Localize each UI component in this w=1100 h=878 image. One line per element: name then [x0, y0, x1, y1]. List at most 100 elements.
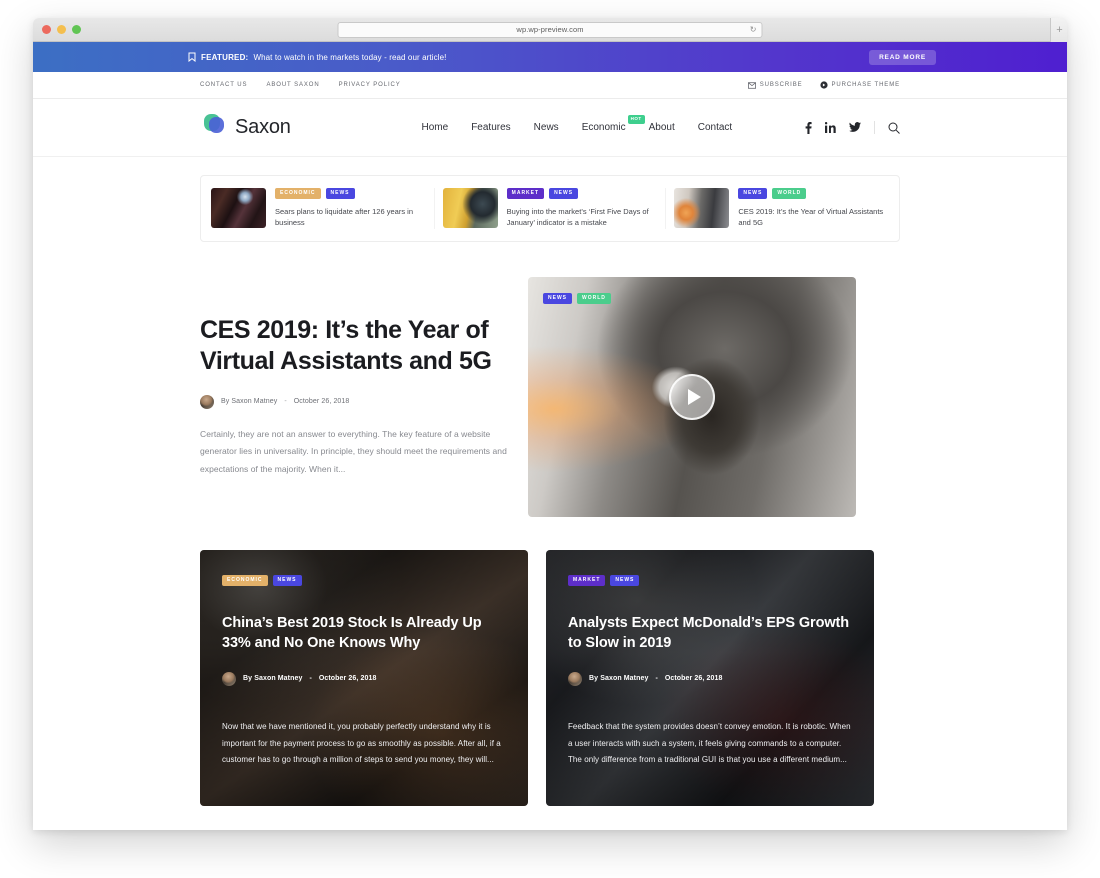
nav-item-features[interactable]: Features [471, 122, 510, 133]
nav-link-privacy-policy[interactable]: PRIVACY POLICY [339, 82, 401, 88]
search-icon[interactable] [888, 122, 900, 134]
card-title[interactable]: China’s Best 2019 Stock Is Already Up 33… [222, 613, 506, 653]
hot-badge: HOT [627, 115, 645, 124]
play-icon[interactable] [669, 373, 715, 420]
hero-excerpt: Certainly, they are not an answer to eve… [200, 428, 507, 474]
top-story-item[interactable]: ECONOMIC NEWS Sears plans to liquidate a… [211, 188, 426, 229]
nav-item-economic-label: Economic [581, 122, 626, 133]
category-badge-news[interactable]: NEWS [610, 574, 640, 586]
category-badge-world[interactable]: WORLD [772, 188, 807, 199]
address-bar[interactable]: wp.wp-preview.com ↻ [337, 21, 763, 38]
brand-logo-link[interactable]: Saxon [200, 112, 291, 143]
top-story-title[interactable]: Sears plans to liquidate after 126 years… [275, 206, 426, 229]
category-badge-economic[interactable]: ECONOMIC [222, 574, 268, 586]
category-badge-market[interactable]: MARKET [568, 574, 606, 586]
bookmark-icon [188, 52, 196, 62]
card-badges: MARKET NEWS [568, 574, 852, 586]
nav-link-subscribe[interactable]: SUBSCRIBE [747, 81, 803, 89]
nav-item-contact[interactable]: Contact [698, 122, 732, 133]
top-story-title[interactable]: Buying into the market’s ‘First Five Day… [507, 206, 658, 229]
top-stories-strip-wrapper: ECONOMIC NEWS Sears plans to liquidate a… [200, 175, 900, 242]
utility-nav-left: CONTACT US ABOUT SAXON PRIVACY POLICY [200, 82, 401, 88]
article-card[interactable]: MARKET NEWS Analysts Expect McDonald’s E… [546, 549, 874, 806]
avatar [568, 671, 582, 686]
url-text: wp.wp-preview.com [516, 25, 584, 34]
featured-announcement-bar: FEATURED: What to watch in the markets t… [33, 42, 1067, 72]
nav-link-about-saxon[interactable]: ABOUT SAXON [266, 82, 319, 88]
window-traffic-lights [42, 25, 81, 34]
top-stories-strip: ECONOMIC NEWS Sears plans to liquidate a… [200, 175, 900, 242]
hero-badges: NEWS WORLD [543, 292, 611, 304]
category-badge-news[interactable]: NEWS [272, 574, 302, 586]
top-story-badges: MARKET NEWS [506, 188, 658, 199]
saxon-logo-icon [200, 112, 226, 143]
category-badge-world[interactable]: WORLD [577, 292, 611, 304]
nav-link-contact-us[interactable]: CONTACT US [200, 82, 247, 88]
envelope-icon [747, 81, 756, 89]
article-cards: ECONOMIC NEWS China’s Best 2019 Stock Is… [200, 549, 900, 806]
nav-link-subscribe-label: SUBSCRIBE [759, 82, 803, 88]
twitter-icon[interactable] [849, 122, 861, 133]
divider [874, 121, 875, 134]
nav-item-home[interactable]: Home [422, 122, 449, 133]
play-triangle [687, 388, 701, 405]
category-badge-news[interactable]: NEWS [543, 292, 572, 304]
masthead-actions [805, 121, 900, 134]
brand-name: Saxon [235, 116, 291, 138]
top-story-badges: ECONOMIC NEWS [275, 188, 426, 199]
nav-item-economic[interactable]: Economic HOT [581, 115, 645, 133]
maximize-window-button[interactable] [72, 25, 81, 34]
top-story-thumbnail [211, 188, 266, 228]
featured-text: What to watch in the markets today - rea… [253, 52, 447, 62]
linkedin-icon[interactable] [825, 122, 836, 133]
card-badges: ECONOMIC NEWS [222, 574, 506, 586]
nav-link-purchase-theme-label: PURCHASE THEME [831, 82, 900, 88]
close-window-button[interactable] [42, 25, 51, 34]
byline-separator: - [309, 675, 312, 683]
masthead: Saxon Home Features News Economic HOT Ab… [33, 99, 1067, 157]
featured-label: FEATURED: [201, 52, 249, 62]
divider [665, 188, 667, 229]
hero-title[interactable]: CES 2019: It’s the Year of Virtual Assis… [200, 315, 510, 377]
top-story-badges: NEWS WORLD [738, 188, 889, 199]
category-badge-news[interactable]: NEWS [738, 188, 768, 199]
hero-section: CES 2019: It’s the Year of Virtual Assis… [200, 276, 900, 517]
facebook-icon[interactable] [805, 121, 812, 134]
reload-icon[interactable]: ↻ [750, 25, 757, 34]
card-date: October 26, 2018 [664, 675, 723, 683]
read-more-button[interactable]: READ MORE [869, 49, 936, 65]
page-viewport: FEATURED: What to watch in the markets t… [33, 42, 1067, 830]
nav-link-purchase-theme[interactable]: PURCHASE THEME [819, 81, 901, 89]
top-story-thumbnail [674, 188, 730, 228]
card-author[interactable]: By Saxon Matney [243, 675, 302, 682]
category-badge-economic[interactable]: ECONOMIC [275, 188, 321, 199]
card-author[interactable]: By Saxon Matney [589, 675, 648, 682]
hero-text-column: CES 2019: It’s the Year of Virtual Assis… [200, 277, 510, 478]
nav-item-news[interactable]: News [534, 122, 559, 133]
card-excerpt: Feedback that the system provides doesn’… [568, 721, 851, 765]
divider [433, 188, 435, 229]
top-story-item[interactable]: NEWS WORLD CES 2019: It’s the Year of Vi… [674, 188, 889, 229]
browser-window: wp.wp-preview.com ↻ + FEATURED: What to … [33, 18, 1067, 830]
top-story-item[interactable]: MARKET NEWS Buying into the market’s ‘Fi… [442, 188, 658, 229]
top-story-title[interactable]: CES 2019: It’s the Year of Virtual Assis… [738, 206, 889, 229]
utility-nav-right: SUBSCRIBE PURCHASE THEME [747, 81, 901, 89]
category-badge-market[interactable]: MARKET [506, 188, 545, 199]
article-card[interactable]: ECONOMIC NEWS China’s Best 2019 Stock Is… [200, 549, 528, 806]
hero-video-thumbnail[interactable]: NEWS WORLD [528, 276, 856, 517]
byline-separator: - [655, 675, 658, 683]
utility-nav: CONTACT US ABOUT SAXON PRIVACY POLICY SU… [33, 72, 1067, 99]
hero-author[interactable]: By Saxon Matney [221, 398, 277, 405]
cart-icon [819, 81, 828, 89]
top-story-thumbnail [442, 188, 498, 228]
card-byline: By Saxon Matney - October 26, 2018 [222, 671, 506, 686]
card-title[interactable]: Analysts Expect McDonald’s EPS Growth to… [568, 613, 852, 653]
category-badge-news[interactable]: NEWS [325, 188, 355, 199]
new-tab-button[interactable]: + [1050, 18, 1067, 42]
main-navigation: Home Features News Economic HOT About Co… [422, 115, 732, 133]
card-date: October 26, 2018 [318, 675, 377, 683]
card-excerpt: Now that we have mentioned it, you proba… [222, 721, 501, 765]
minimize-window-button[interactable] [57, 25, 66, 34]
nav-item-about[interactable]: About [649, 122, 675, 133]
category-badge-news[interactable]: NEWS [549, 188, 579, 199]
